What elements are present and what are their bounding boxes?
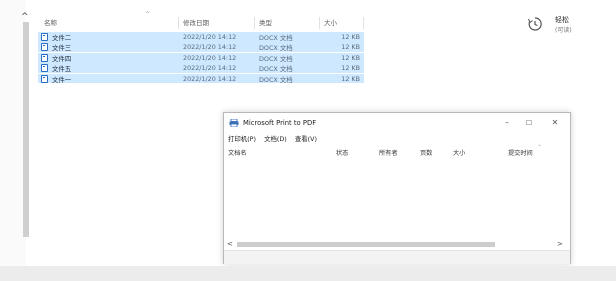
file-row[interactable]: 文件一 2022/1/20 14:12 DOCX 文档 12 KB: [38, 73, 364, 84]
file-date: 2022/1/20 14:12: [183, 74, 237, 83]
window-title: Microsoft Print to PDF: [243, 119, 317, 127]
document-icon: [41, 74, 48, 83]
menu-bar: 打印机(P) 文档(D) 查看(V): [228, 134, 323, 143]
minimize-button[interactable]: –: [498, 117, 516, 129]
document-icon: [41, 64, 48, 73]
column-header-submitted[interactable]: 提交时间: [508, 148, 533, 157]
close-button[interactable]: ✕: [546, 117, 564, 129]
document-icon: [41, 53, 48, 62]
column-header-owner[interactable]: 所有者: [379, 148, 398, 157]
file-name: 文件三: [52, 44, 72, 53]
file-date: 2022/1/20 14:12: [183, 43, 237, 52]
queue-column-header: 文档名 状态 所有者 页数 大小 提交时间 ˇ: [224, 145, 570, 158]
menu-document[interactable]: 文档(D): [264, 135, 287, 143]
document-icon: [41, 33, 48, 41]
file-name: 文件二: [52, 34, 72, 42]
column-divider[interactable]: [363, 17, 364, 29]
right-pane-title[interactable]: 轻松: [555, 15, 569, 25]
file-type: DOCX 文档: [259, 65, 293, 74]
scroll-right-arrow[interactable]: >: [557, 240, 563, 248]
file-size: 12 KB: [341, 74, 360, 83]
scroll-up-arrow[interactable]: ^: [21, 12, 29, 22]
column-header-type[interactable]: 类型: [259, 17, 272, 27]
column-header-size[interactable]: 大小: [324, 17, 337, 27]
column-header-name[interactable]: 名称: [44, 17, 57, 27]
file-type: DOCX 文档: [259, 54, 293, 63]
clock-icon: [528, 17, 542, 31]
file-list-header: 名称 ^ 修改日期 类型 大小: [40, 11, 364, 29]
column-header-document-name[interactable]: 文档名: [228, 148, 247, 157]
window-bottom-edge: [0, 266, 616, 281]
print-queue-window: Microsoft Print to PDF – ☐ ✕ 打印机(P) 文档(D…: [223, 112, 571, 264]
print-job-list[interactable]: [224, 159, 570, 239]
file-row[interactable]: 文件四 2022/1/20 14:12 DOCX 文档 12 KB: [38, 52, 364, 63]
column-header-size[interactable]: 大小: [453, 148, 465, 157]
file-name: 文件四: [52, 54, 72, 63]
file-size: 12 KB: [341, 53, 360, 62]
file-date: 2022/1/20 14:12: [183, 53, 237, 62]
file-size: 12 KB: [341, 33, 360, 41]
scrollbar-thumb[interactable]: [237, 242, 495, 247]
file-row[interactable]: 文件二 2022/1/20 14:12 DOCX 文档 12 KB: [38, 32, 364, 42]
maximize-button[interactable]: ☐: [520, 117, 538, 129]
menu-view[interactable]: 查看(V): [295, 135, 317, 143]
column-header-status[interactable]: 状态: [336, 148, 348, 157]
file-type: DOCX 文档: [259, 34, 293, 42]
file-row[interactable]: 文件三 2022/1/20 14:12 DOCX 文档 12 KB: [38, 42, 364, 52]
file-name: 文件五: [52, 65, 72, 74]
column-sort-icon: ˇ: [538, 145, 541, 152]
menu-printer[interactable]: 打印机(P): [228, 135, 256, 143]
file-type: DOCX 文档: [259, 75, 293, 84]
column-divider[interactable]: [254, 17, 255, 29]
file-date: 2022/1/20 14:12: [183, 64, 237, 73]
file-list: 文件二 2022/1/20 14:12 DOCX 文档 12 KB 文件三 20…: [38, 32, 364, 84]
column-header-pages[interactable]: 页数: [420, 148, 432, 157]
file-type: DOCX 文档: [259, 44, 293, 53]
column-divider[interactable]: [178, 17, 179, 29]
file-date: 2022/1/20 14:12: [183, 33, 237, 41]
status-bar: [224, 250, 570, 264]
title-bar[interactable]: Microsoft Print to PDF – ☐ ✕: [224, 113, 570, 133]
sort-ascending-icon: ^: [145, 11, 151, 18]
right-pane-subtitle: (可读): [555, 27, 572, 34]
scroll-left-arrow[interactable]: <: [227, 240, 233, 248]
file-name: 文件一: [52, 75, 72, 84]
horizontal-scrollbar[interactable]: < >: [227, 240, 565, 248]
file-size: 12 KB: [341, 64, 360, 73]
printer-icon: [229, 119, 239, 127]
file-row[interactable]: 文件五 2022/1/20 14:12 DOCX 文档 12 KB: [38, 63, 364, 73]
file-size: 12 KB: [341, 43, 360, 52]
document-icon: [41, 43, 48, 52]
column-divider[interactable]: [319, 17, 320, 29]
vertical-scrollbar[interactable]: [23, 22, 29, 237]
column-header-date[interactable]: 修改日期: [183, 17, 209, 27]
